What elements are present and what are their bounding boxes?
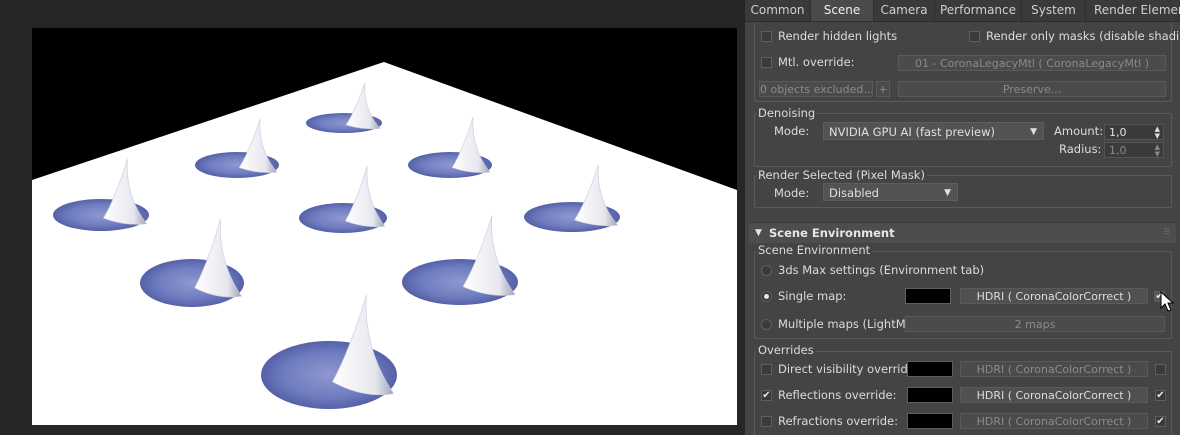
multiple-maps-button[interactable]: 2 maps [905,316,1165,332]
render-setup-panel: Common Scene Camera Performance System R… [745,0,1180,435]
refractions-label: Refractions override: [778,414,898,428]
render-selected-mode-label: Mode: [774,186,810,200]
radius-label: Radius: [1059,142,1102,156]
refractions-map-checkbox[interactable]: ✔ [1155,416,1166,427]
denoising-mode-dropdown[interactable]: NVIDIA GPU AI (fast preview) ▼ [823,122,1044,140]
scene-environment-rollout[interactable]: ▼ Scene Environment ⠿ [749,222,1176,243]
radius-spinner[interactable]: 1,0 ▲ ▼ [1104,142,1164,158]
render-selected-title: Render Selected (Pixel Mask) [756,168,927,182]
env-3dsmax-radio[interactable] [761,265,772,276]
direct-visibility-map-checkbox[interactable] [1155,364,1166,375]
direct-visibility-map-button[interactable]: HDRI ( CoronaColorCorrect ) [960,361,1148,377]
render-frame [32,28,737,425]
tab-scene[interactable]: Scene [811,0,874,21]
objects-excluded-button[interactable]: 0 objects excluded... [759,81,873,97]
render-selected-mode-dropdown[interactable]: Disabled ▼ [823,183,958,201]
denoising-mode-label: Mode: [774,124,810,138]
spinner-icon[interactable]: ▲ ▼ [1155,143,1160,158]
env-multiple-maps-radio[interactable] [761,319,772,330]
add-excluded-button[interactable]: + [876,81,890,97]
tab-performance[interactable]: Performance [935,0,1022,21]
render-viewport [0,0,745,435]
mtl-override-button[interactable]: 01 - CoronaLegacyMtl ( CoronaLegacyMtl ) [898,55,1166,71]
reflections-label: Reflections override: [778,388,897,402]
mtl-override-label: Mtl. override: [778,55,855,69]
tab-bar: Common Scene Camera Performance System R… [745,0,1180,22]
scene-environment-group-title: Scene Environment [756,243,873,257]
spinner-icon[interactable]: ▲ ▼ [1155,125,1160,140]
single-map-button[interactable]: HDRI ( CoronaColorCorrect ) [960,288,1148,304]
render-image [32,62,737,425]
render-only-masks-label: Render only masks (disable shading [986,29,1180,43]
render-hidden-lights-label: Render hidden lights [778,29,898,43]
denoising-title: Denoising [756,106,818,120]
reflections-color-swatch[interactable] [907,387,953,403]
grip-icon: ⠿ [1163,228,1170,238]
radius-value: 1,0 [1109,144,1127,157]
mouse-cursor-icon [1160,291,1175,312]
tab-system[interactable]: System [1022,0,1086,21]
tab-render-elements[interactable]: Render Elements [1086,0,1180,21]
refractions-checkbox[interactable] [761,416,772,427]
env-3dsmax-label: 3ds Max settings (Environment tab) [778,263,985,277]
chevron-down-icon: ▼ [944,188,951,198]
rollout-collapse-icon[interactable]: ▼ [755,223,762,243]
scene-environment-rollout-title: Scene Environment [769,226,895,240]
refractions-color-swatch[interactable] [907,413,953,429]
env-single-map-radio[interactable] [761,291,772,302]
reflections-checkbox[interactable]: ✔ [761,390,772,401]
render-selected-mode-value: Disabled [829,186,879,200]
amount-label: Amount: [1054,124,1104,138]
denoising-mode-value: NVIDIA GPU AI (fast preview) [829,125,996,139]
tab-camera[interactable]: Camera [874,0,935,21]
env-single-map-label: Single map: [778,289,847,303]
tab-common[interactable]: Common [745,0,811,21]
render-only-masks-checkbox[interactable] [969,31,980,42]
direct-visibility-label: Direct visibility override: [778,362,919,376]
preserve-button[interactable]: Preserve... [898,81,1166,97]
render-hidden-lights-checkbox[interactable] [761,31,772,42]
env-multiple-maps-label: Multiple maps (LightMix): [778,317,925,331]
overrides-title: Overrides [756,343,816,357]
refractions-map-button[interactable]: HDRI ( CoronaColorCorrect ) [960,413,1148,429]
amount-value: 1,0 [1109,126,1127,139]
reflections-map-checkbox[interactable]: ✔ [1155,390,1166,401]
direct-visibility-checkbox[interactable] [761,364,772,375]
chevron-down-icon: ▼ [1030,127,1037,137]
single-map-color-swatch[interactable] [905,288,951,304]
mtl-override-checkbox[interactable] [761,57,772,68]
reflections-map-button[interactable]: HDRI ( CoronaColorCorrect ) [960,387,1148,403]
direct-visibility-color-swatch[interactable] [907,361,953,377]
amount-spinner[interactable]: 1,0 ▲ ▼ [1104,124,1164,140]
